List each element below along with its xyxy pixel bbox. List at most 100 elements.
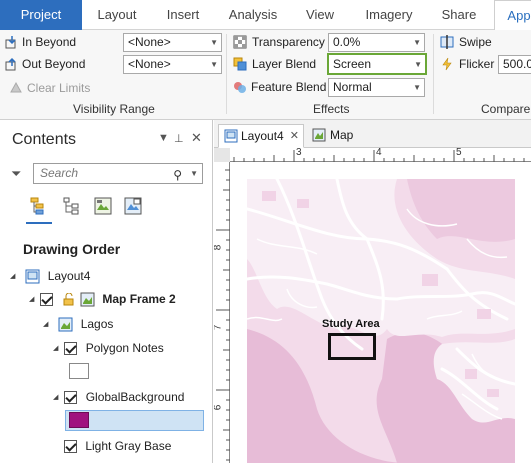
list-by-selection-button[interactable]	[93, 196, 113, 216]
map-frame-checkbox[interactable]	[40, 293, 54, 307]
flicker-field[interactable]: 500.0	[498, 55, 531, 74]
tree-label-map: Lagos	[80, 317, 114, 331]
selection-icon	[94, 197, 112, 215]
tree-label-global-background: GlobalBackground	[85, 390, 185, 404]
collapse-icon[interactable]: ◢	[53, 339, 61, 359]
in-beyond-icon	[5, 36, 16, 49]
group-divider	[226, 34, 227, 114]
tree-item-map-frame[interactable]: ◢ Map Frame 2	[29, 289, 176, 309]
layout-icon	[25, 269, 40, 284]
list-by-drawing-order-button[interactable]	[26, 196, 52, 224]
drawing-order-icon	[30, 197, 44, 215]
basemap	[247, 179, 515, 463]
list-by-snapping-button[interactable]	[123, 196, 143, 216]
visibility-range-group-title: Visibility Range	[73, 102, 155, 116]
vertical-ruler: 8 7 6	[214, 162, 230, 463]
pane-options-icon[interactable]: ▼	[158, 132, 169, 144]
tree-item-map[interactable]: ◢ Lagos	[43, 314, 113, 334]
tab-imagery[interactable]: Imagery	[356, 0, 422, 30]
flicker-icon	[442, 57, 452, 71]
dropdown-arrow-icon: ▼	[413, 38, 421, 47]
collapse-icon[interactable]: ◢	[10, 267, 18, 287]
layer-blend-label: Layer Blend	[252, 57, 317, 71]
transparency-icon	[233, 35, 247, 49]
lock-icon[interactable]	[62, 292, 75, 306]
transparency-field[interactable]: 0.0% ▼	[328, 33, 425, 52]
tree-item-light-gray-base[interactable]: Light Gray Base	[64, 436, 171, 456]
ruler-label: 4	[376, 148, 382, 158]
layout-view[interactable]: 3 4 5 8 7 6	[214, 148, 531, 463]
collapse-icon[interactable]: ◢	[29, 290, 37, 310]
source-tree-icon	[63, 197, 79, 215]
global-background-checkbox[interactable]	[64, 391, 78, 405]
layer-blend-value: Screen	[333, 57, 372, 71]
ruler-ticks	[216, 169, 230, 461]
tab-project[interactable]: Project	[0, 0, 82, 30]
collapse-icon[interactable]: ◢	[53, 388, 61, 408]
in-beyond-label[interactable]: In Beyond	[22, 35, 76, 49]
tree-item-global-background[interactable]: ◢ GlobalBackground	[53, 387, 184, 407]
out-beyond-label[interactable]: Out Beyond	[22, 57, 85, 71]
dropdown-arrow-icon: ▼	[210, 38, 218, 47]
list-by-source-button[interactable]	[62, 196, 82, 216]
transparency-value: 0.0%	[333, 35, 361, 49]
search-placeholder: Search	[40, 166, 79, 180]
clear-limits-icon	[10, 81, 22, 93]
ruler-label: 6	[214, 405, 223, 411]
flicker-value: 500.0	[503, 57, 531, 71]
search-input[interactable]: Search ⚲ ▼	[33, 163, 203, 184]
close-icon[interactable]: ✕	[191, 130, 202, 146]
in-beyond-dropdown[interactable]: <None> ▼	[123, 33, 222, 52]
tab-insert[interactable]: Insert	[157, 0, 209, 30]
drawing-order-heading: Drawing Order	[23, 241, 121, 257]
global-background-symbol[interactable]	[69, 412, 89, 428]
polygon-notes-symbol[interactable]	[69, 363, 89, 379]
tab-analysis[interactable]: Analysis	[222, 0, 284, 30]
study-area-box[interactable]	[328, 333, 376, 360]
out-beyond-icon	[5, 57, 16, 71]
ribbon-panel: In Beyond <None> ▼ Out Beyond <None> ▼ C…	[0, 30, 531, 120]
doc-tab-map-label: Map	[330, 128, 354, 142]
swipe-icon	[440, 35, 454, 49]
tab-layout[interactable]: Layout	[88, 0, 146, 30]
horizontal-ruler: 3 4 5	[230, 148, 531, 162]
map-frame-icon	[80, 292, 95, 307]
filter-icon[interactable]: ⏷	[11, 166, 21, 182]
contents-pane: Contents ▼ ⊥ ✕ ⏷ Search ⚲ ▼ Drawing Orde…	[0, 120, 213, 463]
dropdown-arrow-icon: ▼	[210, 60, 218, 69]
light-gray-base-checkbox[interactable]	[64, 440, 77, 454]
layout-icon	[224, 129, 238, 143]
clear-limits-button[interactable]: Clear Limits	[27, 81, 90, 95]
swipe-button[interactable]: Swipe	[459, 35, 492, 49]
feature-blend-label: Feature Blend	[251, 80, 327, 94]
search-icon[interactable]: ⚲	[173, 166, 182, 185]
transparency-label: Transparency	[252, 35, 325, 49]
layer-blend-dropdown[interactable]: Screen ▼	[327, 53, 427, 75]
doc-tab-map[interactable]: Map	[308, 124, 368, 148]
tree-label-polygon-notes: Polygon Notes	[85, 341, 164, 355]
search-options-arrow-icon[interactable]: ▼	[190, 164, 198, 183]
dropdown-arrow-icon: ▼	[413, 83, 421, 92]
pin-icon[interactable]: ⊥	[174, 132, 184, 145]
doc-tab-layout[interactable]: Layout4 ✕	[218, 124, 304, 148]
close-tab-icon[interactable]: ✕	[290, 125, 299, 147]
tree-label-layout: Layout4	[47, 269, 91, 283]
ruler-label: 3	[296, 148, 302, 158]
ruler-label: 5	[456, 148, 462, 158]
out-beyond-dropdown[interactable]: <None> ▼	[123, 55, 222, 74]
snapping-icon	[124, 197, 142, 215]
collapse-icon[interactable]: ◢	[43, 315, 51, 335]
layer-blend-icon	[233, 57, 247, 71]
tab-view[interactable]: View	[298, 0, 342, 30]
tree-item-polygon-notes[interactable]: ◢ Polygon Notes	[53, 338, 164, 358]
tree-label-light-gray-base: Light Gray Base	[85, 439, 172, 453]
study-area-label: Study Area	[322, 318, 380, 330]
map-frame[interactable]: Study Area	[247, 179, 515, 463]
tree-label-map-frame: Map Frame 2	[102, 292, 176, 306]
polygon-notes-checkbox[interactable]	[64, 342, 78, 356]
feature-blend-dropdown[interactable]: Normal ▼	[328, 78, 425, 97]
tree-item-layout[interactable]: ◢ Layout4	[10, 266, 90, 286]
map-icon	[312, 128, 326, 142]
tab-appearance[interactable]: App	[494, 0, 531, 31]
tab-share[interactable]: Share	[434, 0, 484, 30]
